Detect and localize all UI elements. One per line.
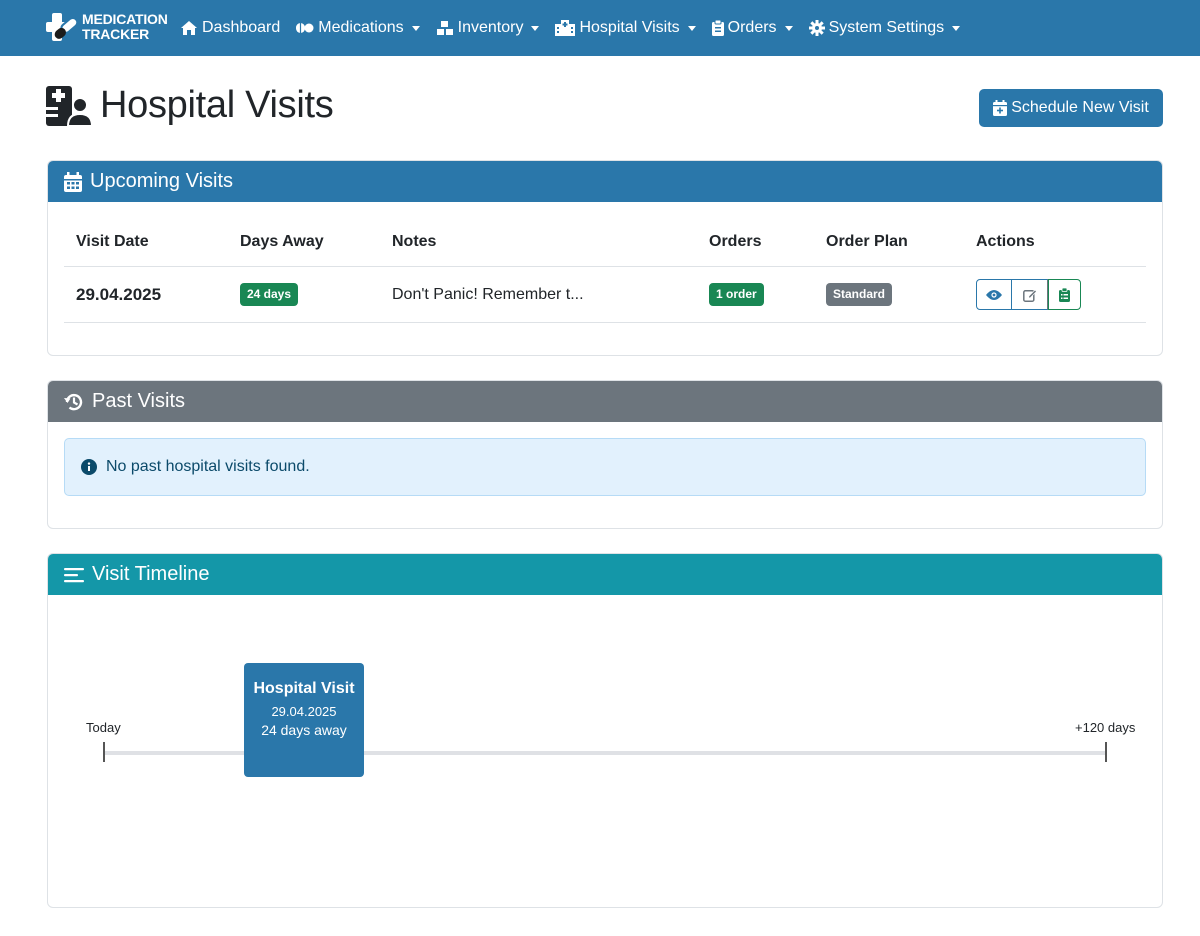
- hospital-icon: [555, 20, 576, 36]
- visit-timeline-title: Visit Timeline: [92, 563, 210, 585]
- navbar: MEDICATION TRACKER Dashboard Medications…: [0, 0, 1200, 56]
- no-past-visits-alert: No past hospital visits found.: [64, 438, 1146, 496]
- past-visits-title: Past Visits: [92, 390, 185, 412]
- view-visit-button[interactable]: [976, 279, 1012, 310]
- column-header: Orders: [709, 233, 762, 250]
- visit-orders-button[interactable]: [1048, 279, 1081, 310]
- visit-date: 29.04.2025: [76, 284, 162, 304]
- calendar-plus-icon: [993, 100, 1008, 116]
- info-circle-icon: [81, 459, 97, 475]
- nav-medications-label: Medications: [318, 19, 404, 36]
- chevron-down-icon: [531, 25, 540, 31]
- column-header: Order Plan: [826, 233, 908, 250]
- page-header: Hospital Visits: [46, 84, 334, 127]
- orders-cell: 1 order: [697, 283, 814, 306]
- nav-inventory[interactable]: Inventory: [436, 19, 540, 37]
- pills-icon: [296, 23, 314, 33]
- clipboard-icon: [711, 20, 724, 36]
- clipboard-list-icon: [1059, 287, 1070, 302]
- hospital-user-icon: [46, 85, 91, 126]
- days-away-cell: 24 days: [228, 283, 380, 306]
- brand-line1: MEDICATION: [82, 11, 168, 27]
- edit-icon: [1022, 289, 1037, 302]
- chevron-down-icon: [784, 25, 793, 31]
- medication-logo-icon: [46, 13, 78, 41]
- calendar-icon: [64, 171, 82, 192]
- home-icon: [181, 21, 197, 35]
- column-header: Days Away: [240, 233, 324, 250]
- nav-dashboard[interactable]: Dashboard: [180, 19, 280, 37]
- nav-system-settings[interactable]: System Settings: [808, 19, 961, 37]
- timeline-event-away: 24 days away: [261, 722, 347, 738]
- nav-orders[interactable]: Orders: [711, 19, 793, 37]
- boxes-icon: [436, 21, 453, 35]
- nav-dashboard-label: Dashboard: [202, 19, 281, 36]
- brand-line2: TRACKER: [82, 26, 150, 42]
- days-away-badge: 24 days: [240, 283, 299, 306]
- upcoming-visits-header: Upcoming Visits: [48, 161, 1162, 202]
- column-header: Actions: [976, 233, 1035, 250]
- align-left-icon: [64, 567, 84, 582]
- timeline-visit-event[interactable]: Hospital Visit 29.04.2025 24 days away: [244, 663, 364, 777]
- brand-logo[interactable]: MEDICATION TRACKER: [46, 11, 168, 43]
- nav-inventory-label: Inventory: [457, 19, 524, 36]
- nav-system-settings-label: System Settings: [828, 19, 945, 36]
- column-header: Notes: [392, 233, 437, 250]
- order-plan-cell: Standard: [814, 283, 964, 306]
- timeline-event-title: Hospital Visit: [253, 680, 355, 697]
- table-row: 29.04.2025 24 days Don't Panic! Remember…: [64, 267, 1146, 323]
- visit-notes: Don't Panic! Remember t...: [392, 285, 584, 303]
- actions-cell: [964, 279, 1146, 310]
- upcoming-visits-table: Visit Date Days Away Notes Orders Order …: [64, 233, 1146, 323]
- timeline-event-date: 29.04.2025: [271, 704, 337, 719]
- visit-timeline-card: Visit Timeline Today +120 days Hospital …: [47, 553, 1163, 908]
- main-nav: Dashboard Medications Inventory Hospital…: [180, 0, 976, 56]
- nav-medications[interactable]: Medications: [296, 19, 420, 37]
- orders-badge: 1 order: [709, 283, 764, 306]
- nav-hospital-visits[interactable]: Hospital Visits: [555, 19, 696, 37]
- gear-icon: [808, 20, 825, 36]
- chevron-down-icon: [411, 25, 420, 31]
- chevron-down-icon: [687, 25, 696, 31]
- no-past-visits-text: No past hospital visits found.: [106, 458, 310, 475]
- nav-hospital-visits-label: Hospital Visits: [579, 19, 680, 36]
- chevron-down-icon: [952, 25, 961, 31]
- past-visits-card: Past Visits No past hospital visits foun…: [47, 380, 1163, 529]
- visit-timeline-header: Visit Timeline: [48, 554, 1162, 595]
- past-visits-header: Past Visits: [48, 381, 1162, 422]
- order-plan-badge: Standard: [826, 283, 893, 306]
- timeline-start-tick: [103, 742, 105, 762]
- nav-orders-label: Orders: [727, 19, 777, 36]
- schedule-new-visit-button[interactable]: Schedule New Visit: [979, 89, 1163, 127]
- row-actions: [976, 279, 1081, 310]
- table-header-row: Visit Date Days Away Notes Orders Order …: [64, 233, 1146, 267]
- history-icon: [64, 393, 83, 410]
- edit-visit-button[interactable]: [1012, 279, 1048, 310]
- page-title: Hospital Visits: [100, 84, 334, 126]
- upcoming-visits-card: Upcoming Visits Visit Date Days Away Not…: [47, 160, 1163, 356]
- timeline-end-label: +120 days: [1075, 720, 1136, 735]
- schedule-new-visit-label: Schedule New Visit: [1011, 99, 1149, 116]
- timeline-start-label: Today: [86, 720, 121, 735]
- column-header: Visit Date: [76, 233, 149, 250]
- timeline-end-tick: [1105, 742, 1107, 762]
- upcoming-visits-title: Upcoming Visits: [90, 170, 234, 192]
- brand-text: MEDICATION TRACKER: [82, 12, 168, 42]
- eye-icon: [986, 289, 1002, 300]
